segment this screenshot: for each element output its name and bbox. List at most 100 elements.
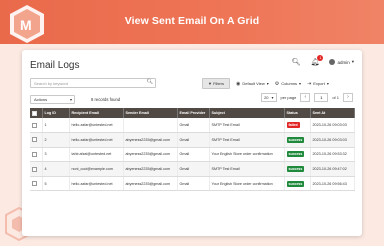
status-badge: success [286,151,305,158]
table-row[interactable]: 5 hello.zafar@untested.net abyeness2235@… [30,176,355,192]
sent-at-cell: 2023-10-26 09:47:02 [310,161,355,177]
column-header[interactable]: Sent At [310,108,355,118]
column-header[interactable]: Recipient Email [69,108,124,118]
actions-label: Actions [34,97,48,102]
next-page-button[interactable]: › [343,93,353,102]
row-checkbox[interactable] [32,151,37,157]
status-cell: success [284,176,311,192]
row-checkbox[interactable] [32,181,37,187]
columns-dropdown[interactable]: ⚙ Columns ▾ [275,81,301,87]
row-checkbox[interactable] [32,137,37,143]
status-cell: success [284,147,311,163]
chevron-down-icon: ▾ [326,81,329,86]
table-row[interactable]: 4 noni_cool@example.com abyeness2235@gma… [30,161,355,177]
provider-cell: Gmail [177,147,210,163]
subject-cell: SMTP Test Email [209,132,285,148]
column-header[interactable]: Status [284,108,311,118]
recipient-cell: hello.zafar@untested.net [69,118,124,134]
sender-cell [123,118,178,134]
filter-icon: ▼ [208,81,212,86]
subject-cell: SMTP Test Email [209,161,285,177]
status-badge: success [286,166,305,173]
sent-at-cell: 2023-10-26 09:56:43 [310,176,355,192]
column-header[interactable]: Sender Email [123,108,178,118]
row-checkbox[interactable] [32,166,37,172]
records-count: 8 records found [91,97,121,102]
view-label: Default View [242,81,265,86]
user-icon [329,59,336,65]
table-header-row: Log ID Recipient Email Sender Email Emai… [30,108,355,118]
export-label: Export [313,81,325,86]
subject-cell: SMTP Test Email [209,118,285,134]
row-checkbox[interactable] [32,122,37,128]
filters-label: Filters [213,81,224,86]
user-menu[interactable]: admin ▾ [329,59,354,65]
banner: M View Sent Email On A Grid [0,0,384,44]
pagination: 20 ▾ per page ‹ 1 of 1 › [261,93,353,102]
column-header[interactable]: Email Provider [177,108,210,118]
provider-cell: Gmail [177,176,210,192]
status-cell: success [284,132,311,148]
actions-select[interactable]: Actions ▾ [30,95,75,104]
sender-cell: abyeness2235@gmail.com [123,147,178,163]
recipient-cell: noni_cool@example.com [69,161,124,177]
grid-toolbar: ▼ Filters ◉ Default View ▾ ⚙ Columns ▾ ⇥… [202,78,329,89]
status-badge: success [286,136,305,143]
eye-icon: ◉ [235,80,241,87]
status-cell: failed [284,118,311,134]
log-id-cell: 4 [42,161,70,177]
status-badge: success [286,180,305,187]
per-page-select[interactable]: 20 ▾ [261,93,277,102]
column-header[interactable]: Subject [209,108,285,118]
filters-button[interactable]: ▼ Filters [202,78,230,89]
search-input[interactable]: Search by keyword 🔍︎ [30,78,156,88]
search-placeholder: Search by keyword [34,81,69,86]
provider-cell: Gmail [177,132,210,148]
per-page-value: 20 [264,95,269,100]
search-icon[interactable]: 🔍︎ [147,80,153,85]
sender-cell: abyeness2235@gmail.com [123,176,178,192]
page-count: of 1 [332,95,339,100]
provider-cell: Gmail [177,118,210,134]
subject-cell: Your English Store order confirmation [209,176,285,192]
user-name: admin [337,59,350,65]
provider-cell: Gmail [177,161,210,177]
log-id-cell: 3 [42,147,70,163]
notification-badge: 1 [317,55,324,61]
log-id-cell: 2 [42,132,70,148]
per-page-label: per page [280,95,297,100]
email-logs-panel: Email Logs 🔍︎ 🔔︎ 1 admin ▾ Search by key… [22,50,362,236]
select-all-header[interactable] [30,108,43,118]
sent-at-cell: 2023-10-26 09:53:32 [310,147,355,163]
view-dropdown[interactable]: ◉ Default View ▾ [236,81,269,87]
sender-cell: abyeness2235@gmail.com [123,161,178,177]
column-header[interactable]: Log ID [42,108,70,118]
recipient-cell: hello.zafar@untested.net [69,176,124,192]
search-icon[interactable]: 🔍︎ [292,58,301,66]
sender-cell: abyeness2235@gmail.com [123,132,178,148]
export-dropdown[interactable]: ⇥ Export ▾ [307,81,329,87]
log-id-cell: 1 [42,118,70,134]
gear-icon: ⚙ [274,80,280,87]
status-cell: success [284,161,311,177]
subject-cell: Your English Store order confirmation [209,147,285,163]
chevron-down-icon: ▾ [351,59,354,64]
chevron-down-icon: ▾ [299,81,302,86]
header-actions: 🔍︎ 🔔︎ 1 admin ▾ [292,55,354,66]
columns-label: Columns [281,81,298,86]
banner-title: View Sent Email On A Grid [124,15,260,27]
email-log-table: Log ID Recipient Email Sender Email Emai… [30,108,355,192]
sent-at-cell: 2023-10-26 09:03:03 [310,132,355,148]
prev-page-button[interactable]: ‹ [300,93,311,102]
table-row[interactable]: 2 hello.zafar@untested.net abyeness2235@… [30,132,355,148]
table-row[interactable]: 1 hello.zafar@untested.net Gmail SMTP Te… [30,118,355,134]
bell-icon[interactable]: 🔔︎ 1 [311,55,324,66]
status-badge: failed [286,122,300,129]
select-all-checkbox[interactable] [32,110,37,116]
export-icon: ⇥ [307,80,312,87]
recipient-cell: tahir.afzal@untested.net [69,147,124,163]
table-row[interactable]: 3 tahir.afzal@untested.net abyeness2235@… [30,147,355,163]
chevron-down-icon: ▾ [271,95,274,100]
recipient-cell: hello.zafar@untested.net [69,132,124,148]
page-number-input[interactable]: 1 [314,93,329,102]
